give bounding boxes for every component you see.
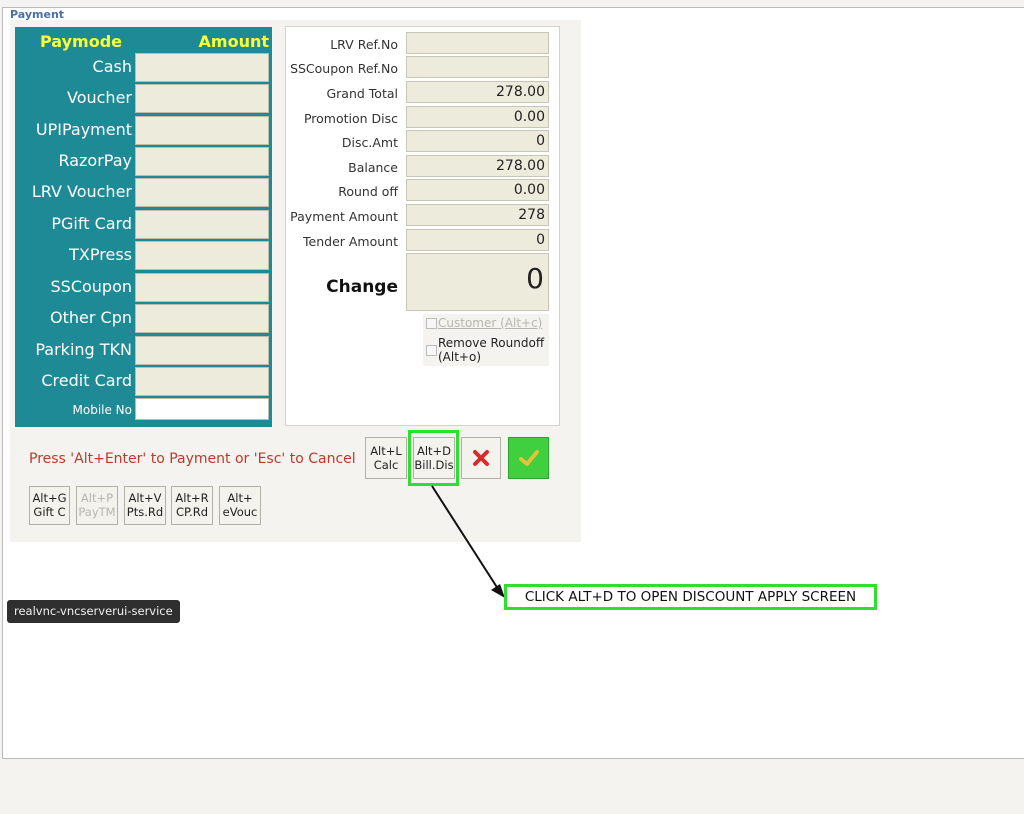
annotation-arrow	[431, 485, 505, 598]
annotation-callout: CLICK ALT+D TO OPEN DISCOUNT APPLY SCREE…	[504, 584, 877, 610]
bottom-strip	[0, 760, 1024, 814]
